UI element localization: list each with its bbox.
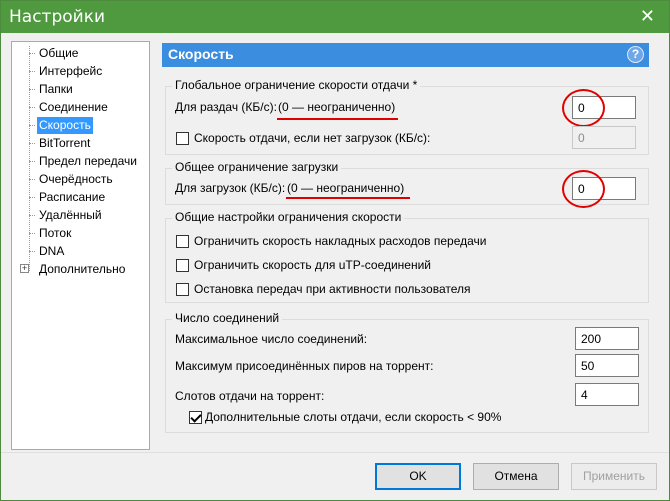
sidebar-item-stream[interactable]: Поток [37,225,73,242]
tree-connector [29,233,35,234]
tree-connector [29,107,35,108]
tree-connector [29,251,35,252]
annotation-circle [562,170,605,208]
expand-icon[interactable]: + [20,264,29,273]
cancel-button[interactable]: Отмена [473,463,559,490]
annotation-underline [286,197,410,199]
tree-connector [29,161,35,162]
tree-connector [29,89,35,90]
annotation-underline [277,118,398,120]
sidebar-item-scheduler[interactable]: Расписание [37,189,107,206]
help-icon[interactable]: ? [627,46,644,63]
upload-slots-input[interactable] [575,383,639,406]
limit-overhead-checkbox[interactable] [176,235,189,248]
tree-connector [29,71,35,72]
no-download-upload-input[interactable] [572,126,636,149]
upload-slots-label: Слотов отдачи на торрент: [175,389,325,403]
settings-tree: Общие Интерфейс Папки Соединение Скорост… [11,41,150,450]
sidebar-item-interface[interactable]: Интерфейс [37,63,104,80]
sidebar-item-remote[interactable]: Удалённый [37,207,104,224]
extra-slots-checkbox[interactable] [189,411,202,424]
sidebar-item-speed[interactable]: Скорость [37,117,93,134]
tree-connector [29,53,35,54]
tree-connector [29,179,35,180]
page-header: Скорость ? [162,43,649,67]
seeding-limit-hint: (0 — неограниченно) [278,100,396,114]
stop-on-activity-checkbox[interactable] [176,283,189,296]
rate-limit-settings-group-title: Общие настройки ограничения скорости [172,210,405,224]
no-download-upload-checkbox[interactable] [176,132,189,145]
connections-group-title: Число соединений [172,311,283,325]
button-bar [1,452,669,500]
settings-window: Настройки ✕ Общие Интерфейс Папки Соедин… [0,0,670,501]
max-connections-input[interactable] [575,327,639,350]
sidebar-item-advanced[interactable]: Дополнительно [37,261,127,278]
apply-button[interactable]: Применить [571,463,657,490]
limit-utp-label: Ограничить скорость для uTP-соединений [194,258,432,272]
limit-overhead-label: Ограничить скорость накладных расходов п… [194,234,487,248]
title-bar[interactable]: Настройки ✕ [1,1,669,33]
tree-connector [29,215,35,216]
tree-connector-line [29,46,30,271]
window-title: Настройки [9,7,106,27]
sidebar-item-connection[interactable]: Соединение [37,99,110,116]
sidebar-item-folders[interactable]: Папки [37,81,75,98]
stop-on-activity-label: Остановка передач при активности пользов… [194,282,471,296]
upload-limit-group-title: Глобальное ограничение скорости отдачи * [172,78,421,92]
close-icon[interactable]: ✕ [640,6,655,26]
seeding-limit-label: Для раздач (КБ/с): [175,100,277,114]
tree-connector [29,197,35,198]
ok-button[interactable]: OK [375,463,461,490]
max-connections-label: Максимальное число соединений: [175,332,368,346]
download-limit-label: Для загрузок (КБ/с): [175,181,286,195]
sidebar-item-transfer-cap[interactable]: Предел передачи [37,153,139,170]
no-download-upload-label: Скорость отдачи, если нет загрузок (КБ/с… [194,131,431,145]
max-peers-label: Максимум присоединённых пиров на торрент… [175,359,434,373]
max-peers-input[interactable] [575,354,639,377]
limit-utp-checkbox[interactable] [176,259,189,272]
sidebar-item-dna[interactable]: DNA [37,243,66,260]
download-limit-hint: (0 — неограниченно) [287,181,405,195]
tree-connector [29,125,35,126]
sidebar-item-queueing[interactable]: Очерёдность [37,171,115,188]
page-title: Скорость [168,46,234,62]
extra-slots-label: Дополнительные слоты отдачи, если скорос… [205,410,502,424]
download-limit-group-title: Общее ограничение загрузки [172,160,342,174]
annotation-circle [562,89,605,127]
sidebar-item-bittorrent[interactable]: BitTorrent [37,135,92,152]
tree-connector [29,143,35,144]
sidebar-item-general[interactable]: Общие [37,45,80,62]
